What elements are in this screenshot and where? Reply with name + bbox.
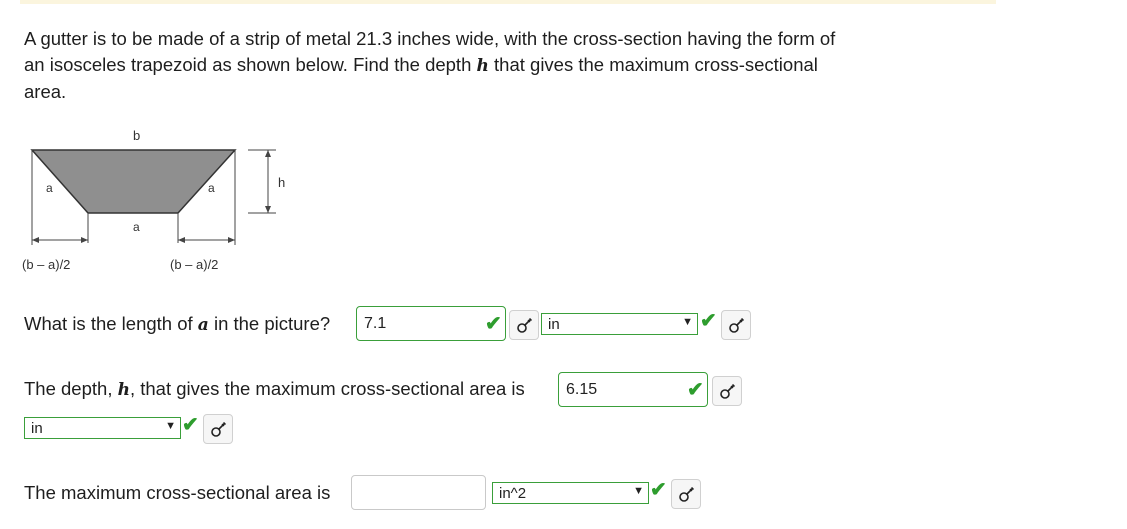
label-a-bottom: a [133, 220, 140, 234]
unit-select-area[interactable]: in^2 ▼ [492, 482, 649, 504]
label-a-left: a [46, 181, 53, 195]
check-icon: ✔ [650, 479, 667, 501]
chevron-down-icon: ▼ [165, 420, 176, 432]
problem-line-1: A gutter is to be made of a strip of met… [24, 28, 836, 49]
problem-statement: A gutter is to be made of a strip of met… [24, 26, 924, 105]
variable-a: a [197, 315, 209, 335]
trapezoid-diagram: b a a a h (b – a)/2 (b – a)/2 [22, 128, 285, 272]
label-b: b [133, 128, 140, 143]
length-a-input[interactable]: 7.1 [356, 306, 506, 341]
question-2-text: The depth, [24, 378, 118, 399]
key-icon[interactable] [509, 310, 539, 340]
question-1-rest: in the picture? [208, 313, 331, 334]
question-2-label: The depth, h, that gives the maximum cro… [24, 378, 525, 400]
problem-line-3: area. [24, 81, 67, 102]
problem-line-2-text: an isosceles trapezoid as shown below. F… [24, 54, 477, 75]
problem-line-2: an isosceles trapezoid as shown below. F… [24, 52, 924, 79]
depth-h-input[interactable]: 6.15 [558, 372, 708, 407]
top-banner [20, 0, 996, 4]
unit-select-a-value: in [548, 316, 560, 333]
label-h: h [278, 175, 285, 190]
label-right-offset: (b – a)/2 [170, 257, 218, 272]
question-1-label: What is the length of a in the picture? [24, 313, 330, 335]
label-a-right: a [208, 181, 215, 195]
label-left-offset: (b – a)/2 [22, 257, 70, 272]
unit-select-h-value: in [31, 420, 43, 437]
question-3-label: The maximum cross-sectional area is [24, 482, 331, 503]
max-area-input[interactable] [351, 475, 486, 510]
key-icon[interactable] [203, 414, 233, 444]
unit-select-area-value: in^2 [499, 485, 527, 502]
check-icon: ✔ [182, 414, 199, 436]
chevron-down-icon: ▼ [682, 316, 693, 328]
gutter-cross-section [30, 149, 237, 214]
key-icon[interactable] [712, 376, 742, 406]
check-icon: ✔ [485, 313, 502, 335]
trapezoid-figure: b a a a h (b – a)/2 (b – a)/2 [20, 125, 320, 285]
key-icon[interactable] [671, 479, 701, 509]
variable-h: h [476, 56, 489, 76]
variable-h: h [117, 380, 130, 400]
question-2-rest: , that gives the maximum cross-sectional… [129, 378, 525, 399]
problem-line-2-rest: that gives the maximum cross-sectional [488, 54, 818, 75]
unit-select-h[interactable]: in ▼ [24, 417, 181, 439]
question-1-text: What is the length of [24, 313, 198, 334]
check-icon: ✔ [687, 379, 704, 401]
chevron-down-icon: ▼ [633, 485, 644, 497]
key-icon[interactable] [721, 310, 751, 340]
unit-select-a[interactable]: in ▼ [541, 313, 698, 335]
check-icon: ✔ [700, 310, 717, 332]
